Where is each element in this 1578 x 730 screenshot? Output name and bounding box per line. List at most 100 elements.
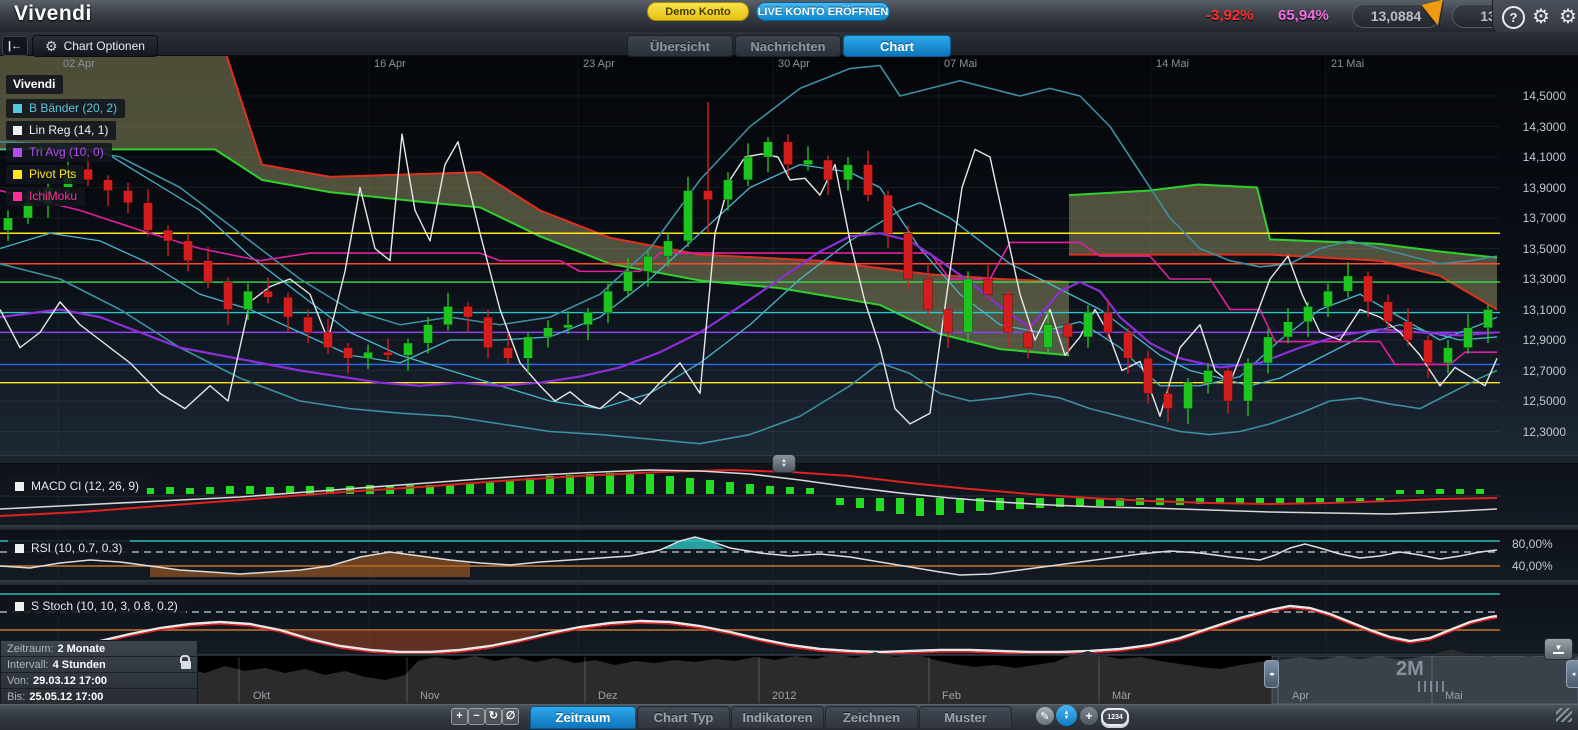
date-label: 07 Mai — [944, 58, 977, 70]
y-axis-label: 13,1000 — [1498, 303, 1566, 317]
gear-icon: ⚙ — [45, 38, 58, 55]
macd-swatch — [15, 482, 24, 491]
nav-month-label: Okt — [253, 690, 270, 702]
info-label: Von: — [7, 675, 29, 687]
legend-swatch — [13, 170, 22, 179]
toolbar-tab-muster[interactable]: Muster — [919, 706, 1012, 729]
panel-resize-handle[interactable]: ▲▼ — [772, 454, 796, 473]
clear-button[interactable]: ∅ — [502, 708, 519, 725]
rsi-level-80-label: 80,00% — [1512, 537, 1553, 551]
y-axis-label: 13,9000 — [1498, 181, 1566, 195]
crosshair-button[interactable]: + — [1080, 707, 1098, 725]
legend-label: Tri Avg (10, 0) — [29, 145, 104, 159]
info-label: Intervall: — [7, 659, 49, 671]
legend-swatch — [13, 192, 22, 201]
info-value: 2 Monate — [57, 643, 105, 655]
y-axis-label: 12,3000 — [1498, 425, 1566, 439]
panel-separator — [0, 580, 1578, 585]
stoch-swatch — [15, 602, 24, 611]
collapse-sidebar-button[interactable]: |← — [2, 36, 28, 56]
collapse-panels-button[interactable]: ▼ — [1544, 638, 1573, 660]
nav-month-label: Feb — [942, 690, 961, 702]
navigator-right-drag-handle[interactable]: ◂ — [1566, 660, 1578, 688]
date-label: 14 Mai — [1156, 58, 1189, 70]
chart-canvas[interactable] — [0, 0, 1578, 730]
toolbar-tab-zeichnen[interactable]: Zeichnen — [825, 706, 918, 729]
nav-month-label: Mär — [1112, 690, 1131, 702]
chevron-down-icon: ▼ — [1555, 644, 1563, 651]
instrument-title: Vivendi — [14, 2, 92, 26]
panel-separator — [0, 654, 1578, 656]
stoch-label: S Stoch (10, 10, 3, 0.8, 0.2) — [31, 599, 178, 613]
open-live-account-button[interactable]: LIVE KONTO ERÖFFNEN — [756, 2, 890, 21]
info-row: Von: 29.03.12 17:00 — [1, 673, 197, 689]
tab-chart[interactable]: Chart — [843, 35, 951, 57]
date-label: 30 Apr — [778, 58, 810, 70]
demo-account-button[interactable]: Demo Konto — [647, 2, 749, 21]
info-value: 29.03.12 17:00 — [33, 675, 107, 687]
date-label: 02 Apr — [63, 58, 95, 70]
toolbar-tab-zeitraum[interactable]: Zeitraum — [530, 706, 636, 729]
nav-month-label: Nov — [420, 690, 440, 702]
info-label: Bis: — [7, 691, 25, 703]
y-axis-label: 14,1000 — [1498, 150, 1566, 164]
navigator-left-drag-handle[interactable]: ◂▸ — [1264, 660, 1279, 688]
info-row: Zeitraum: 2 Monate — [1, 641, 197, 657]
y-axis-label: 13,5000 — [1498, 242, 1566, 256]
scroll-up-down-button[interactable]: ▲▼ — [1056, 705, 1077, 726]
toolbar-tab-chart-typ[interactable]: Chart Typ — [637, 706, 730, 729]
values-1234-button[interactable]: 1234 — [1101, 708, 1129, 726]
system-icon-panel: ? ⚙ ⚙ — [1492, 0, 1578, 34]
legend-item-1[interactable]: B Bänder (20, 2) — [6, 99, 125, 118]
zoom-out-button[interactable]: − — [468, 708, 485, 725]
legend-label: Pivot Pts — [29, 167, 76, 181]
nav-month-label: Dez — [598, 690, 618, 702]
y-axis-label: 12,5000 — [1498, 394, 1566, 408]
rsi-swatch — [15, 544, 24, 553]
legend-item-4[interactable]: Pivot Pts — [6, 165, 84, 184]
nav-month-label: 2012 — [772, 690, 796, 702]
rsi-level-40-label: 40,00% — [1512, 559, 1553, 573]
margin-percent: 65,94% — [1278, 7, 1329, 24]
chart-options-button[interactable]: ⚙ Chart Optionen — [32, 35, 158, 57]
info-row: Intervall:4 Stunden — [1, 657, 197, 673]
rsi-label-badge[interactable]: RSI (10, 0.7, 0.3) — [8, 539, 130, 558]
info-label: Zeitraum: — [7, 643, 53, 655]
y-axis-label: 14,5000 — [1498, 89, 1566, 103]
legend-item-3[interactable]: Tri Avg (10, 0) — [6, 143, 112, 162]
legend-item-5[interactable]: IchiMoku — [6, 187, 85, 206]
chart-info-box: Zeitraum:2 MonateIntervall:4 StundenVon:… — [0, 640, 198, 706]
stoch-label-badge[interactable]: S Stoch (10, 10, 3, 0.8, 0.2) — [8, 597, 186, 616]
rsi-label: RSI (10, 0.7, 0.3) — [31, 541, 122, 555]
chart-options-label: Chart Optionen — [64, 39, 145, 53]
legend-label: B Bänder (20, 2) — [29, 101, 117, 115]
date-label: 21 Mai — [1331, 58, 1364, 70]
y-axis-label: 14,3000 — [1498, 120, 1566, 134]
legend-swatch — [13, 104, 22, 113]
zoom-in-button[interactable]: + — [451, 708, 468, 725]
legend-instrument[interactable]: Vivendi — [6, 75, 63, 94]
legend-item-2[interactable]: Lin Reg (14, 1) — [6, 121, 116, 140]
settings-gears-icon[interactable]: ⚙ — [1532, 7, 1550, 27]
nav-month-label: Apr — [1292, 690, 1309, 702]
tab-nachrichten[interactable]: Nachrichten — [735, 35, 841, 57]
info-row: Bis: 25.05.12 17:00 — [1, 689, 197, 705]
window-resize-grip[interactable] — [1556, 708, 1572, 722]
help-support-icon[interactable]: ? — [1502, 6, 1525, 29]
y-axis-label: 12,7000 — [1498, 364, 1566, 378]
change-percent: -3,92% — [1206, 7, 1254, 24]
date-label: 16 Apr — [374, 58, 406, 70]
y-axis-label: 13,3000 — [1498, 272, 1566, 286]
legend-swatch — [13, 148, 22, 157]
lock-icon[interactable] — [181, 661, 191, 669]
panel-separator — [0, 525, 1578, 530]
trading-app-window: ▲▼ Vivendi Demo Konto LIVE KONTO ERÖFFNE… — [0, 0, 1578, 730]
macd-label-badge[interactable]: MACD Cl (12, 26, 9) — [8, 477, 147, 496]
legend-swatch — [13, 126, 22, 135]
draw-pencil-button[interactable]: ✎ — [1036, 707, 1054, 725]
refresh-button[interactable]: ↻ — [485, 708, 502, 725]
info-value: 25.05.12 17:00 — [29, 691, 103, 703]
toolbar-tab-indikatoren[interactable]: Indikatoren — [731, 706, 824, 729]
tab-übersicht[interactable]: Übersicht — [627, 35, 733, 57]
lock-icon[interactable]: ⚙ — [1559, 7, 1577, 27]
